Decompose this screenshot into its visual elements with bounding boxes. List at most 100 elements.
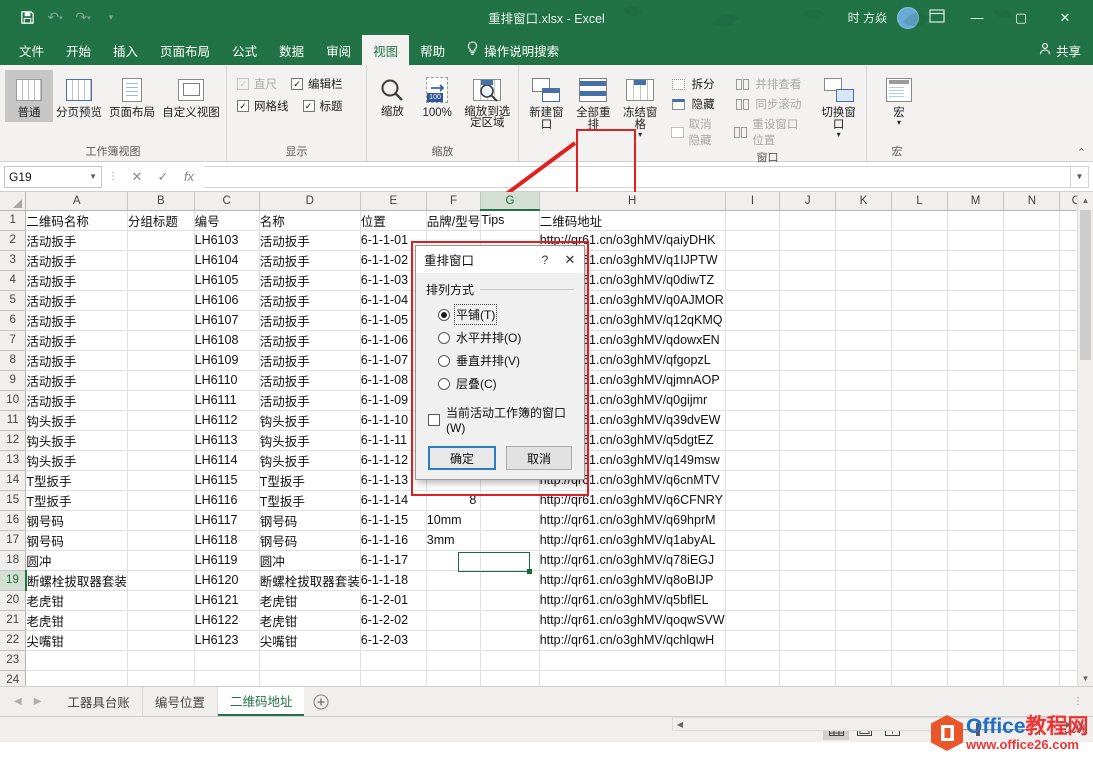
cell-C15[interactable]: LH6116 [194,490,259,510]
cell-empty[interactable] [947,650,1004,670]
cell-empty[interactable] [836,450,892,470]
cell-H23[interactable] [539,650,725,670]
cell-empty[interactable] [780,630,836,650]
cell-D20[interactable]: 老虎钳 [259,590,360,610]
cell-G20[interactable] [481,590,539,610]
cell-D17[interactable]: 钢号码 [259,530,360,550]
zoom-slider-thumb[interactable] [976,723,980,736]
cell-empty[interactable] [892,470,948,490]
cell-empty[interactable] [947,490,1004,510]
cell-empty[interactable] [947,250,1004,270]
cell-empty[interactable] [892,410,948,430]
cell-empty[interactable] [780,390,836,410]
button-custom-views[interactable]: 自定义视图 [161,70,221,122]
table-row[interactable]: 1二维码名称分组标题编号名称位置品牌/型号Tips二维码地址 [0,210,1093,230]
cell-D10[interactable]: 活动扳手 [259,390,360,410]
cell-empty[interactable] [780,670,836,686]
ribbon-tabs[interactable]: 文件 开始 插入 页面布局 公式 数据 审阅 视图 帮助 操作说明搜索 共享 [0,35,1093,65]
cell-empty[interactable] [836,330,892,350]
collapse-ribbon-icon[interactable]: ⌃ [1077,146,1086,159]
radio-tiled[interactable]: 平铺(T) [426,303,574,326]
cell-empty[interactable] [780,210,836,230]
cell-empty[interactable] [725,670,780,686]
cell-empty[interactable] [947,370,1004,390]
cell-empty[interactable] [947,430,1004,450]
cell-B19[interactable] [127,570,194,590]
cell-empty[interactable] [780,290,836,310]
column-header-row[interactable]: A B C D E F G H I J K L M N O [0,192,1093,210]
close-icon[interactable]: ✕ [556,252,584,268]
cell-empty[interactable] [892,610,948,630]
cell-empty[interactable] [725,590,780,610]
cell-empty[interactable] [836,430,892,450]
cell-E19[interactable]: 6-1-1-18 [360,570,426,590]
cell-empty[interactable] [836,290,892,310]
cell-empty[interactable] [892,650,948,670]
cell-E15[interactable]: 6-1-1-14 [360,490,426,510]
cell-empty[interactable] [1004,430,1060,450]
cell-C23[interactable] [194,650,259,670]
cell-empty[interactable] [780,510,836,530]
cell-empty[interactable] [892,510,948,530]
cell-empty[interactable] [725,430,780,450]
cell-empty[interactable] [780,450,836,470]
cell-H18[interactable]: http://qr61.cn/o3ghMV/q78iEGJ [539,550,725,570]
cell-empty[interactable] [836,310,892,330]
cell-empty[interactable] [836,490,892,510]
row-header-3[interactable]: 3 [0,250,26,270]
cell-H15[interactable]: http://qr61.cn/o3ghMV/q6CFNRY [539,490,725,510]
cell-B13[interactable] [127,450,194,470]
cell-empty[interactable] [1004,530,1060,550]
cell-E20[interactable]: 6-1-2-01 [360,590,426,610]
tab-file[interactable]: 文件 [8,35,55,65]
table-row[interactable]: 23 [0,650,1093,670]
cell-empty[interactable] [836,550,892,570]
cell-empty[interactable] [836,250,892,270]
chevron-down-icon[interactable]: ▼ [89,172,97,181]
cell-empty[interactable] [780,330,836,350]
cell-empty[interactable] [725,470,780,490]
cell-B24[interactable] [127,670,194,686]
chevron-down-icon[interactable]: ▾ [837,131,841,138]
radio-vertical[interactable]: 垂直并排(V) [426,349,574,372]
cell-C18[interactable]: LH6119 [194,550,259,570]
cell-empty[interactable] [780,350,836,370]
cell-empty[interactable] [1004,230,1060,250]
cell-empty[interactable] [1004,590,1060,610]
cell-empty[interactable] [947,350,1004,370]
cell-H16[interactable]: http://qr61.cn/o3ghMV/q69hprM [539,510,725,530]
cell-A4[interactable]: 活动扳手 [26,270,128,290]
cell-B16[interactable] [127,510,194,530]
cell-B18[interactable] [127,550,194,570]
cell-empty[interactable] [947,510,1004,530]
cell-A18[interactable]: 圆冲 [26,550,128,570]
arrange-windows-dialog[interactable]: 重排窗口 ? ✕ 排列方式 平铺(T) 水平并排(O) 垂直并排(V) 层叠(C… [415,245,585,480]
cell-empty[interactable] [836,630,892,650]
checkbox-gridlines[interactable]: ✓ 网格线 [237,98,289,114]
cell-empty[interactable] [892,250,948,270]
cell-C13[interactable]: LH6114 [194,450,259,470]
cell-empty[interactable] [836,670,892,686]
button-hide[interactable]: 隐藏 [668,95,724,113]
cell-empty[interactable] [725,390,780,410]
cell-A19[interactable]: 断螺栓拔取器套装 [26,570,128,590]
cell-B7[interactable] [127,330,194,350]
cell-empty[interactable] [947,410,1004,430]
cell-D22[interactable]: 尖嘴钳 [259,630,360,650]
cell-empty[interactable] [1004,570,1060,590]
save-icon[interactable] [14,6,40,30]
cell-empty[interactable] [892,630,948,650]
column-header-F[interactable]: F [426,192,480,210]
ok-button[interactable]: 确定 [428,446,496,470]
cell-D5[interactable]: 活动扳手 [259,290,360,310]
cell-G18[interactable] [481,550,539,570]
cell-A5[interactable]: 活动扳手 [26,290,128,310]
cell-empty[interactable] [725,210,780,230]
cell-empty[interactable] [947,230,1004,250]
tell-me-search[interactable]: 操作说明搜索 [456,35,569,65]
cell-D3[interactable]: 活动扳手 [259,250,360,270]
cell-C19[interactable]: LH6120 [194,570,259,590]
row-header-1[interactable]: 1 [0,210,26,230]
column-header-D[interactable]: D [259,192,360,210]
cell-empty[interactable] [725,570,780,590]
